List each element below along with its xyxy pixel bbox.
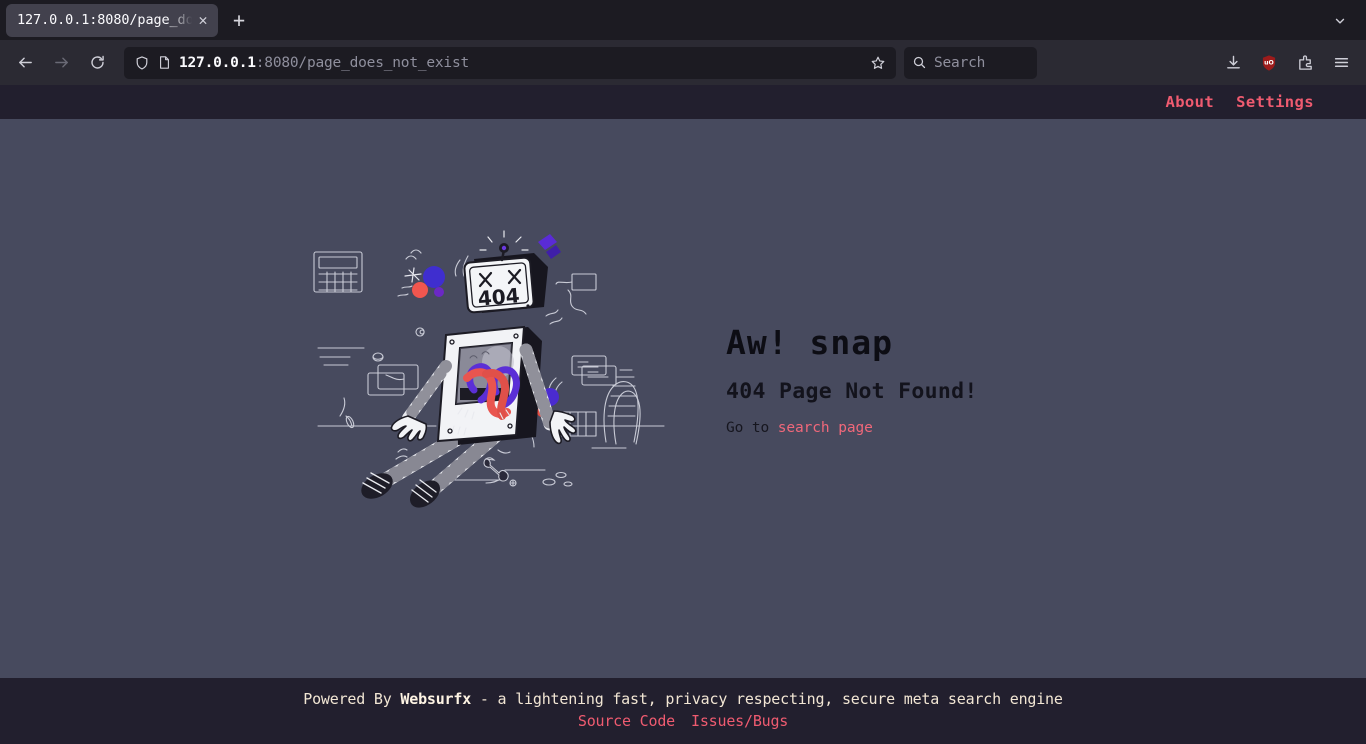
footer-tagline-text: - a lightening fast, privacy respecting,… bbox=[471, 690, 1063, 708]
url-path: :8080/page_does_not_exist bbox=[255, 54, 470, 71]
extensions-icon[interactable] bbox=[1288, 47, 1322, 79]
toolbar-icons: uO bbox=[1210, 47, 1358, 79]
broken-robot-404-illustration: 404 bbox=[310, 229, 670, 530]
footer-links: Source Code Issues/Bugs bbox=[578, 712, 788, 730]
shield-icon[interactable] bbox=[134, 55, 150, 71]
site-footer: Powered By Websurfx - a lightening fast,… bbox=[0, 678, 1366, 744]
svg-text:uO: uO bbox=[1264, 59, 1274, 66]
error-subtitle: 404 Page Not Found! bbox=[726, 379, 978, 404]
reload-button[interactable] bbox=[80, 47, 114, 79]
downloads-icon[interactable] bbox=[1216, 47, 1250, 79]
tab-title: 127.0.0.1:8080/page_does_not_exist bbox=[17, 12, 194, 28]
footer-brand: Websurfx bbox=[400, 690, 472, 708]
site-nav: About Settings bbox=[0, 85, 1366, 119]
star-icon[interactable] bbox=[866, 51, 890, 75]
page-icon bbox=[157, 55, 172, 70]
search-hint: Go to search page bbox=[726, 420, 1056, 436]
footer-link-source-code[interactable]: Source Code bbox=[578, 712, 675, 730]
search-input-placeholder[interactable]: Search bbox=[934, 55, 985, 71]
nav-link-about[interactable]: About bbox=[1165, 93, 1214, 111]
browser-window: 127.0.0.1:8080/page_does_not_exist ✕ + 1… bbox=[0, 0, 1366, 744]
chevron-down-icon[interactable] bbox=[1326, 10, 1354, 32]
close-icon[interactable]: ✕ bbox=[194, 11, 212, 29]
address-bar[interactable]: 127.0.0.1:8080/page_does_not_exist bbox=[124, 46, 896, 79]
page-content: About Settings 404 Aw! snap 404 Page Not… bbox=[0, 85, 1366, 744]
new-tab-button[interactable]: + bbox=[222, 5, 256, 35]
search-bar[interactable]: Search bbox=[904, 46, 1037, 79]
url-text: 127.0.0.1:8080/page_does_not_exist bbox=[179, 55, 859, 71]
ublock-origin-icon[interactable]: uO bbox=[1252, 47, 1286, 79]
url-host: 127.0.0.1 bbox=[179, 54, 256, 71]
nav-link-settings[interactable]: Settings bbox=[1236, 93, 1314, 111]
app-menu-icon[interactable] bbox=[1324, 47, 1358, 79]
browser-tab[interactable]: 127.0.0.1:8080/page_does_not_exist ✕ bbox=[6, 3, 218, 37]
search-icon bbox=[912, 55, 927, 70]
search-hint-prefix: Go to bbox=[726, 420, 778, 436]
navigation-toolbar: 127.0.0.1:8080/page_does_not_exist Searc… bbox=[0, 40, 1366, 85]
back-button[interactable] bbox=[8, 47, 42, 79]
footer-tagline: Powered By Websurfx - a lightening fast,… bbox=[303, 690, 1063, 708]
tab-bar: 127.0.0.1:8080/page_does_not_exist ✕ + bbox=[0, 0, 1366, 40]
footer-prefix: Powered By bbox=[303, 690, 401, 708]
page-title: Aw! snap bbox=[726, 323, 893, 362]
robot-404-text: 404 bbox=[477, 283, 521, 311]
search-page-link[interactable]: search page bbox=[778, 420, 873, 436]
footer-link-issues-bugs[interactable]: Issues/Bugs bbox=[691, 712, 788, 730]
forward-button[interactable] bbox=[44, 47, 78, 79]
error-content: 404 Aw! snap 404 Page Not Found! Go to s… bbox=[0, 119, 1366, 678]
error-message: Aw! snap 404 Page Not Found! Go to searc… bbox=[726, 323, 1056, 436]
